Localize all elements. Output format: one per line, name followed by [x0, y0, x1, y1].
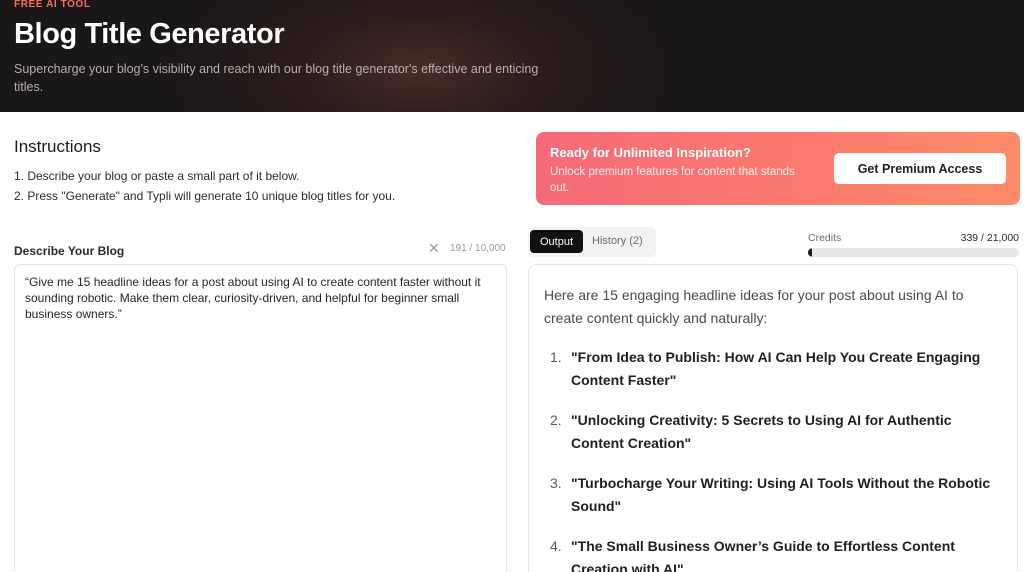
premium-promo-banner: Ready for Unlimited Inspiration? Unlock … [536, 132, 1020, 205]
list-item-number: 1. [550, 349, 562, 365]
instructions-section: Instructions 1. Describe your blog or pa… [14, 137, 514, 206]
list-item-number: 2. [550, 412, 562, 428]
credits-label: Credits [808, 232, 842, 244]
list-item-text: "The Small Business Owner’s Guide to Eff… [571, 538, 955, 572]
list-item-text: "From Idea to Publish: How AI Can Help Y… [571, 349, 981, 388]
instruction-step: 2. Press "Generate" and Typli will gener… [14, 189, 396, 203]
list-item: 1. "From Idea to Publish: How AI Can Hel… [544, 346, 1002, 392]
tab-output[interactable]: Output [530, 230, 583, 253]
get-premium-button[interactable]: Get Premium Access [834, 153, 1006, 184]
credits-value: 339 / 21,000 [960, 232, 1019, 244]
list-item-text: "Unlocking Creativity: 5 Secrets to Usin… [571, 412, 952, 451]
promo-text: Unlock premium features for content that… [550, 166, 795, 194]
list-item: 3. "Turbocharge Your Writing: Using AI T… [544, 472, 1002, 518]
list-item-text: "Turbocharge Your Writing: Using AI Tool… [571, 475, 991, 514]
page-title: Blog Title Generator [14, 18, 285, 50]
hero-banner: FREE AI TOOL Blog Title Generator Superc… [0, 0, 1024, 112]
character-counter: 191 / 10,000 [450, 243, 506, 254]
page-subtitle: Supercharge your blog's visibility and r… [14, 62, 539, 94]
list-item: 2. "Unlocking Creativity: 5 Secrets to U… [544, 409, 1002, 455]
output-intro: Here are 15 engaging headline ideas for … [544, 287, 964, 326]
instructions-heading: Instructions [14, 137, 101, 156]
eyebrow-label: FREE AI TOOL [14, 0, 91, 10]
output-tabs: Output History (2) [528, 227, 656, 257]
promo-title: Ready for Unlimited Inspiration? [550, 145, 751, 160]
list-item-number: 4. [550, 538, 562, 554]
list-item: 4. "The Small Business Owner’s Guide to … [544, 535, 1002, 572]
list-item-number: 3. [550, 475, 562, 491]
output-panel: Here are 15 engaging headline ideas for … [528, 264, 1018, 572]
close-icon[interactable]: ✕ [428, 240, 440, 257]
describe-blog-label: Describe Your Blog [14, 244, 125, 258]
blog-description-input[interactable]: “Give me 15 headline ideas for a post ab… [14, 264, 507, 572]
instruction-step: 1. Describe your blog or paste a small p… [14, 169, 300, 183]
credits-progress-fill [808, 248, 813, 257]
credits-progress-bar [808, 248, 1019, 257]
tab-history[interactable]: History (2) [592, 235, 643, 247]
